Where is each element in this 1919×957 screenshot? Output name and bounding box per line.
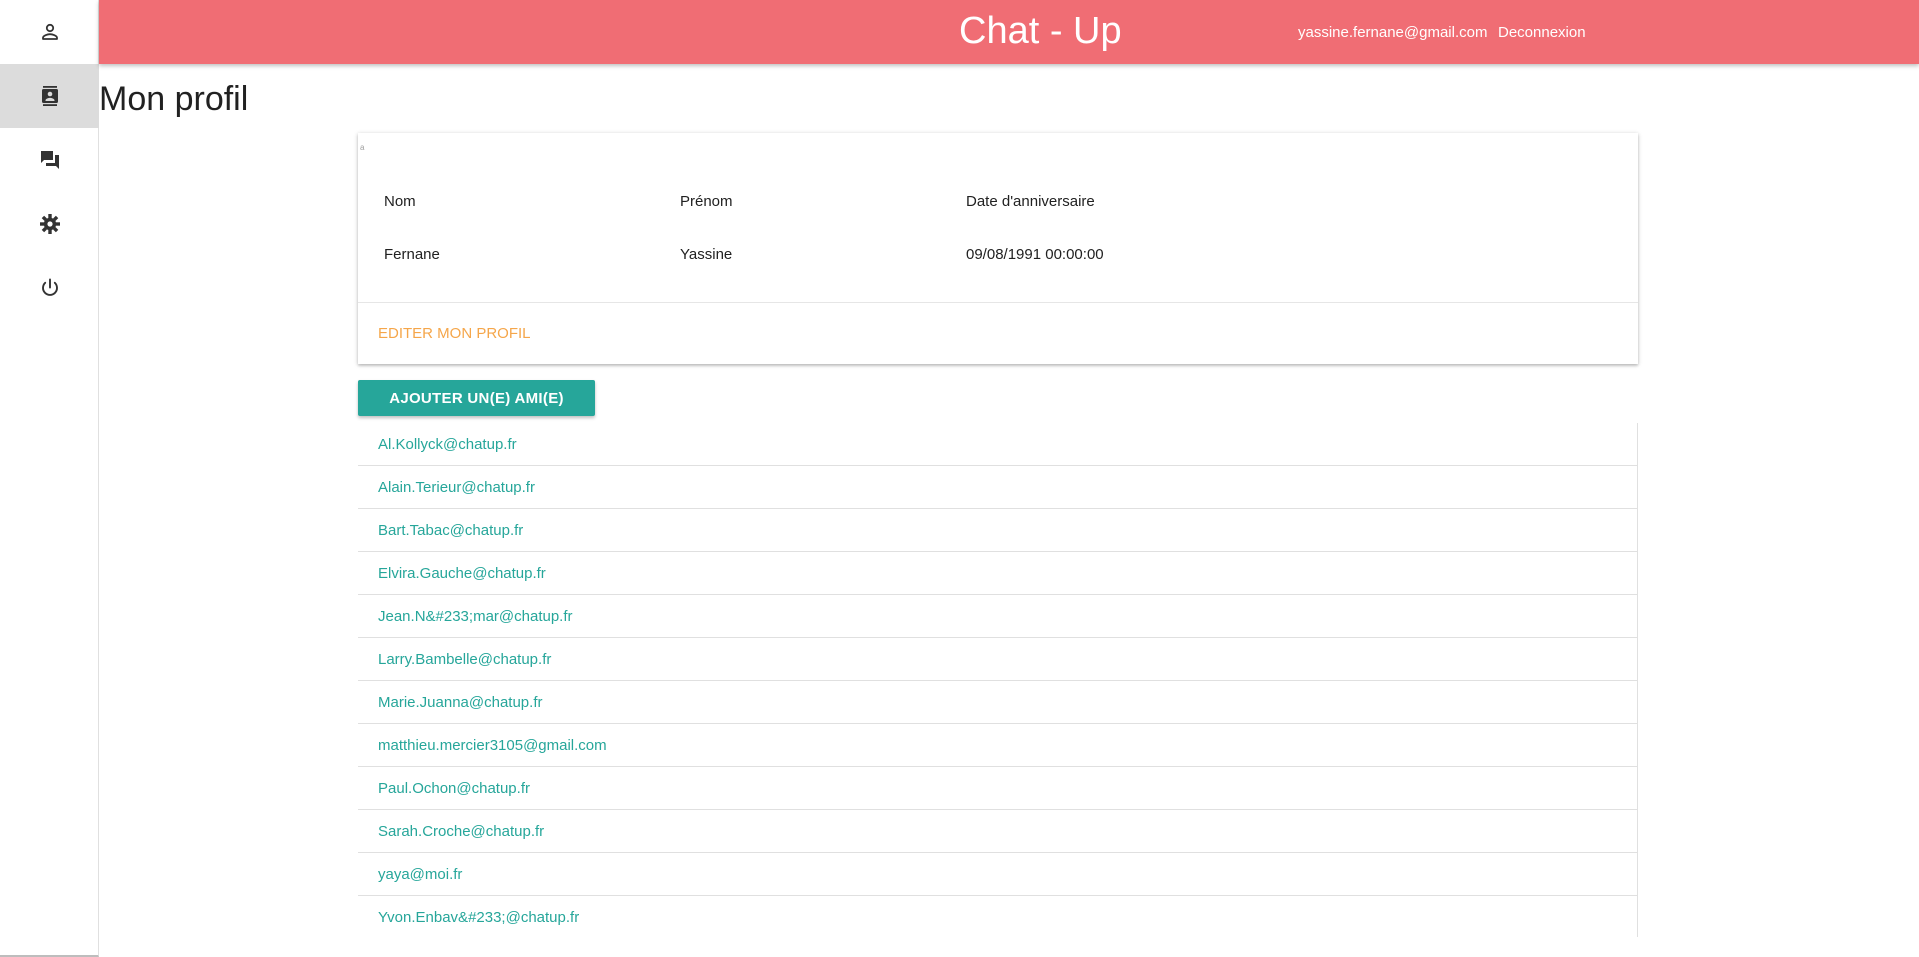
sidebar xyxy=(0,0,99,957)
friend-link[interactable]: Bart.Tabac@chatup.fr xyxy=(378,522,523,539)
sidebar-item-profile[interactable] xyxy=(0,0,99,64)
list-item: Alain.Terieur@chatup.fr xyxy=(358,466,1637,509)
label-prenom: Prénom xyxy=(680,193,733,210)
card-divider xyxy=(358,302,1638,303)
logout-link[interactable]: Deconnexion xyxy=(1498,24,1586,41)
value-prenom: Yassine xyxy=(680,246,733,263)
friend-link[interactable]: Elvira.Gauche@chatup.fr xyxy=(378,565,546,582)
friends-list: Al.Kollyck@chatup.fr Alain.Terieur@chatu… xyxy=(358,423,1638,937)
contacts-icon xyxy=(41,86,58,106)
list-item: yaya@moi.fr xyxy=(358,853,1637,896)
add-friend-button[interactable]: AJOUTER UN(E) AMI(E) xyxy=(358,380,595,416)
app-header: Chat - Up yassine.fernane@gmail.com Deco… xyxy=(99,0,1919,64)
list-item: Yvon.Enbav&#233;@chatup.fr xyxy=(358,896,1637,939)
friend-link[interactable]: Alain.Terieur@chatup.fr xyxy=(378,479,535,496)
sidebar-item-settings[interactable] xyxy=(0,192,99,256)
value-nom: Fernane xyxy=(384,246,440,263)
friend-link[interactable]: yaya@moi.fr xyxy=(378,866,462,883)
friend-link[interactable]: Al.Kollyck@chatup.fr xyxy=(378,436,517,453)
list-item: Jean.N&#233;mar@chatup.fr xyxy=(358,595,1637,638)
profile-card: a Nom Prénom Date d'anniversaire Fernane… xyxy=(358,133,1638,364)
list-item: Sarah.Croche@chatup.fr xyxy=(358,810,1637,853)
list-item: Elvira.Gauche@chatup.fr xyxy=(358,552,1637,595)
friend-link[interactable]: Jean.N&#233;mar@chatup.fr xyxy=(378,608,573,625)
friend-link[interactable]: Sarah.Croche@chatup.fr xyxy=(378,823,544,840)
list-item: Larry.Bambelle@chatup.fr xyxy=(358,638,1637,681)
friend-link[interactable]: Larry.Bambelle@chatup.fr xyxy=(378,651,551,668)
sidebar-item-contacts[interactable] xyxy=(0,64,99,128)
label-birthday: Date d'anniversaire xyxy=(966,193,1095,210)
friend-link[interactable]: Yvon.Enbav&#233;@chatup.fr xyxy=(378,909,579,926)
list-item: Paul.Ochon@chatup.fr xyxy=(358,767,1637,810)
friend-link[interactable]: Paul.Ochon@chatup.fr xyxy=(378,780,530,797)
edit-profile-link[interactable]: EDITER MON PROFIL xyxy=(378,325,531,342)
sidebar-item-messages[interactable] xyxy=(0,128,99,192)
list-item: Marie.Juanna@chatup.fr xyxy=(358,681,1637,724)
power-icon xyxy=(41,278,58,296)
gear-icon xyxy=(39,214,60,234)
person-outline-icon xyxy=(41,23,58,40)
friend-link[interactable]: matthieu.mercier3105@gmail.com xyxy=(378,737,607,754)
user-email: yassine.fernane@gmail.com xyxy=(1298,24,1488,41)
list-item: matthieu.mercier3105@gmail.com xyxy=(358,724,1637,767)
app-title: Chat - Up xyxy=(959,10,1122,52)
label-nom: Nom xyxy=(384,193,416,210)
friend-link[interactable]: Marie.Juanna@chatup.fr xyxy=(378,694,542,711)
list-item: Al.Kollyck@chatup.fr xyxy=(358,423,1637,466)
sidebar-item-logout[interactable] xyxy=(0,256,99,320)
broken-image-icon: a xyxy=(360,143,365,152)
forum-icon xyxy=(40,151,59,169)
page-title: Mon profil xyxy=(99,80,249,118)
value-birthday: 09/08/1991 00:00:00 xyxy=(966,246,1104,263)
list-item: Bart.Tabac@chatup.fr xyxy=(358,509,1637,552)
